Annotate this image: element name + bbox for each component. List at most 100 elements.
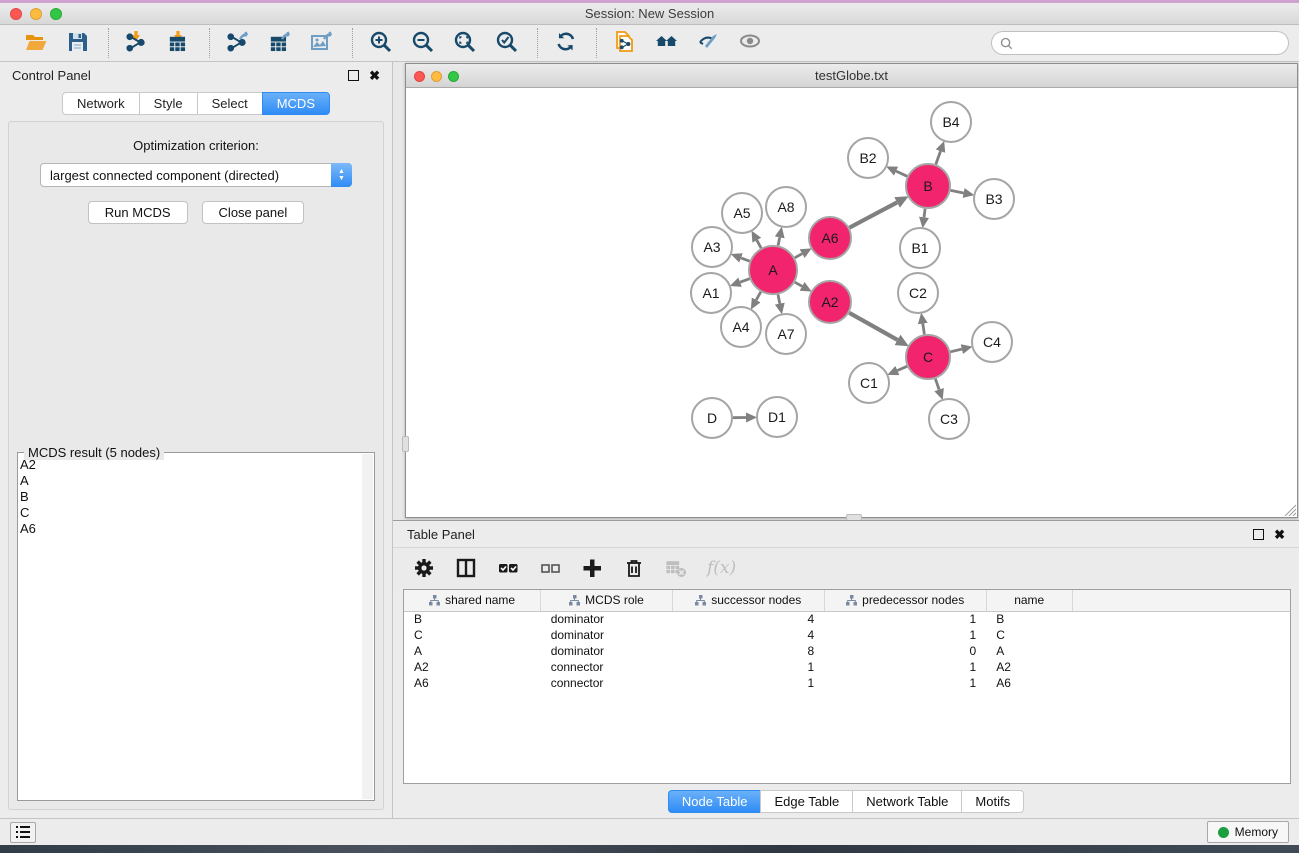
zoom-out-button[interactable] (407, 28, 441, 58)
graph-edge[interactable] (897, 366, 907, 370)
table-cell[interactable]: 1 (824, 627, 986, 643)
graph-node-C3[interactable]: C3 (929, 399, 969, 439)
criterion-select[interactable]: largest connected component (directed) ▲… (40, 163, 352, 187)
graph-node-A2[interactable]: A2 (809, 281, 851, 323)
graph-node-B3[interactable]: B3 (974, 179, 1014, 219)
network-close-button[interactable] (414, 71, 425, 82)
result-scrollbar[interactable] (362, 454, 373, 799)
graph-edge[interactable] (741, 258, 750, 261)
zoom-selected-button[interactable] (491, 28, 525, 58)
search-field[interactable] (991, 31, 1289, 55)
graph-edge[interactable] (935, 379, 939, 390)
save-button[interactable] (62, 28, 96, 58)
graph-edge[interactable] (896, 171, 907, 176)
graph-node-D[interactable]: D (692, 398, 732, 438)
close-panel-icon[interactable]: ✖ (369, 70, 380, 81)
graph-edge[interactable] (757, 240, 761, 248)
graph-edge[interactable] (740, 279, 750, 283)
table-cell[interactable]: 1 (824, 675, 986, 691)
search-input[interactable] (1017, 36, 1280, 50)
graph-node-C1[interactable]: C1 (849, 363, 889, 403)
graph-node-A3[interactable]: A3 (692, 227, 732, 267)
column-header-successor-nodes[interactable]: successor nodes (672, 590, 824, 611)
result-item[interactable]: C (20, 505, 362, 521)
show-graphics-button[interactable] (735, 28, 769, 58)
table-cell[interactable]: 1 (824, 659, 986, 675)
table-cell[interactable] (1072, 659, 1290, 675)
table-row[interactable]: Cdominator41C (404, 627, 1290, 643)
split-view-button[interactable] (455, 557, 477, 579)
table-cell[interactable]: C (986, 627, 1072, 643)
import-table-button[interactable] (163, 28, 197, 58)
table-cell[interactable]: A2 (986, 659, 1072, 675)
table-cell[interactable]: 1 (672, 675, 824, 691)
column-header-shared-name[interactable]: shared name (404, 590, 541, 611)
graph-edge[interactable] (924, 209, 925, 218)
table-cell[interactable]: B (404, 611, 541, 627)
table-row[interactable]: Adominator80A (404, 643, 1290, 659)
table-cell[interactable]: B (986, 611, 1072, 627)
select-all-button[interactable] (497, 557, 519, 579)
table-cell[interactable]: dominator (541, 643, 673, 659)
memory-button[interactable]: Memory (1207, 821, 1289, 843)
column-header-predecessor-nodes[interactable]: predecessor nodes (824, 590, 986, 611)
task-history-button[interactable] (10, 822, 36, 843)
table-cell[interactable]: 4 (672, 627, 824, 643)
minimize-window-button[interactable] (30, 8, 42, 20)
table-cell[interactable]: A2 (404, 659, 541, 675)
graph-node-A8[interactable]: A8 (766, 187, 806, 227)
table-cell[interactable]: A (986, 643, 1072, 659)
table-cell[interactable]: 0 (824, 643, 986, 659)
table-cell[interactable]: connector (541, 659, 673, 675)
graph-edge[interactable] (950, 349, 961, 352)
graph-node-B[interactable]: B (906, 164, 950, 208)
delete-column-button[interactable] (623, 557, 645, 579)
import-network-button[interactable] (121, 28, 155, 58)
column-header-MCDS-role[interactable]: MCDS role (541, 590, 673, 611)
float-table-panel-icon[interactable] (1253, 529, 1264, 540)
graph-edge[interactable] (778, 295, 780, 304)
network-minimize-button[interactable] (431, 71, 442, 82)
tab-mcds[interactable]: MCDS (262, 92, 330, 115)
close-table-panel-icon[interactable]: ✖ (1274, 529, 1285, 540)
table-cell[interactable]: connector (541, 675, 673, 691)
result-item[interactable]: A (20, 473, 362, 489)
graph-node-C4[interactable]: C4 (972, 322, 1012, 362)
tab-motifs[interactable]: Motifs (961, 790, 1024, 813)
network-canvas[interactable]: B4 B2 B B3 A5 A8 A6 A3 B1 A A1 C2 A2 A4 … (406, 89, 1297, 517)
graph-edge[interactable] (795, 282, 802, 286)
open-folder-button[interactable] (20, 28, 54, 58)
close-window-button[interactable] (10, 8, 22, 20)
result-item[interactable]: B (20, 489, 362, 505)
mcds-result-list[interactable]: A2ABCA6 (20, 457, 362, 798)
zoom-fit-button[interactable] (449, 28, 483, 58)
graph-edge[interactable] (936, 151, 941, 164)
graph-node-A4[interactable]: A4 (721, 307, 761, 347)
close-panel-button[interactable]: Close panel (202, 201, 305, 224)
graph-node-C[interactable]: C (906, 335, 950, 379)
deselect-all-button[interactable] (539, 557, 561, 579)
graph-edge[interactable] (795, 254, 802, 258)
table-cell[interactable]: C (404, 627, 541, 643)
table-row[interactable]: A2connector11A2 (404, 659, 1290, 675)
graph-node-B4[interactable]: B4 (931, 102, 971, 142)
graph-node-C2[interactable]: C2 (898, 273, 938, 313)
table-cell[interactable]: 4 (672, 611, 824, 627)
graph-node-A[interactable]: A (749, 246, 797, 294)
tab-edge-table[interactable]: Edge Table (760, 790, 852, 813)
graph-node-A7[interactable]: A7 (766, 314, 806, 354)
table-cell[interactable] (1072, 611, 1290, 627)
result-item[interactable]: A6 (20, 521, 362, 537)
table-cell[interactable]: 8 (672, 643, 824, 659)
graph-node-B1[interactable]: B1 (900, 228, 940, 268)
graph-node-B2[interactable]: B2 (848, 138, 888, 178)
table-cell[interactable]: A6 (404, 675, 541, 691)
export-network-button[interactable] (222, 28, 256, 58)
network-zoom-button[interactable] (448, 71, 459, 82)
table-row[interactable]: Bdominator41B (404, 611, 1290, 627)
float-panel-icon[interactable] (348, 70, 359, 81)
clone-network-button[interactable] (609, 28, 643, 58)
graph-node-A6[interactable]: A6 (809, 217, 851, 259)
graph-node-A1[interactable]: A1 (691, 273, 731, 313)
table-cell[interactable] (1072, 627, 1290, 643)
